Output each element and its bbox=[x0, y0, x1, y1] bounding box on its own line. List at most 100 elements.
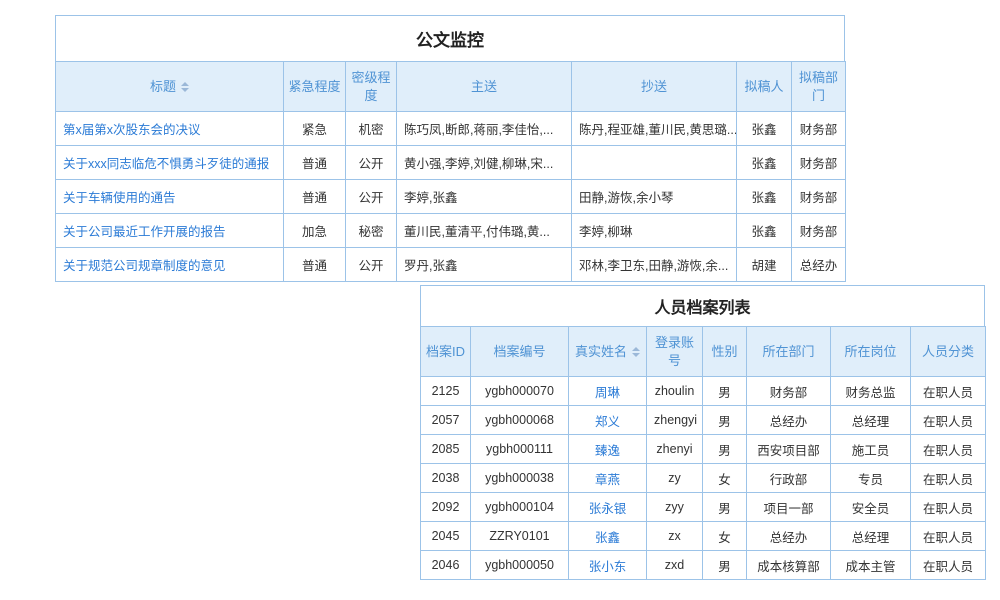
table-cell: 关于规范公司规章制度的意见 bbox=[56, 248, 284, 282]
person-name-link[interactable]: 臻逸 bbox=[595, 444, 620, 458]
table-cell: 财务部 bbox=[747, 377, 831, 406]
table-cell: 安全员 bbox=[831, 493, 911, 522]
table-cell: 郑义 bbox=[569, 406, 647, 435]
document-title-link[interactable]: 关于公司最近工作开展的报告 bbox=[63, 225, 226, 239]
table-cell: 财务部 bbox=[792, 214, 846, 248]
person-name-link[interactable]: 张小东 bbox=[589, 560, 627, 574]
table-cell: 财务部 bbox=[792, 180, 846, 214]
column-label: 密级程度 bbox=[351, 70, 390, 103]
table-cell: 董川民,董清平,付伟璐,黄... bbox=[397, 214, 572, 248]
table-cell: 陈巧凤,断郎,蒋丽,李佳怡,... bbox=[397, 112, 572, 146]
table-cell: 女 bbox=[703, 464, 747, 493]
column-label: 所在岗位 bbox=[844, 344, 896, 359]
personnel-archive-panel: 人员档案列表 档案ID 档案编号 真实姓名 登录账号 性别 所在部门 所在岗位 … bbox=[420, 285, 985, 580]
table-cell: 西安项目部 bbox=[747, 435, 831, 464]
column-label: 人员分类 bbox=[922, 344, 974, 359]
table-cell: ZZRY0101 bbox=[471, 522, 569, 551]
table-cell: 2046 bbox=[421, 551, 471, 580]
table-row: 第x届第x次股东会的决议紧急机密陈巧凤,断郎,蒋丽,李佳怡,...陈丹,程亚雄,… bbox=[56, 112, 846, 146]
table-row: 2046ygbh000050张小东zxd男成本核算部成本主管在职人员 bbox=[421, 551, 986, 580]
table-cell bbox=[572, 146, 737, 180]
table-cell: 财务部 bbox=[792, 146, 846, 180]
table-cell: 张鑫 bbox=[737, 112, 792, 146]
person-name-link[interactable]: 章燕 bbox=[595, 473, 620, 487]
column-header-secrecy: 密级程度 bbox=[346, 62, 397, 112]
document-monitor-title: 公文监控 bbox=[55, 15, 845, 61]
table-cell: 施工员 bbox=[831, 435, 911, 464]
document-title-link[interactable]: 第x届第x次股东会的决议 bbox=[63, 123, 201, 137]
table-row: 2085ygbh000111 臻逸 zhenyi男西安项目部施工员在职人员 bbox=[421, 435, 986, 464]
table-cell: ygbh000070 bbox=[471, 377, 569, 406]
column-label: 紧急程度 bbox=[288, 79, 340, 94]
column-header-archive-number: 档案编号 bbox=[471, 327, 569, 377]
table-cell: 财务部 bbox=[792, 112, 846, 146]
column-header-urgency: 紧急程度 bbox=[284, 62, 346, 112]
table-cell: 周琳 bbox=[569, 377, 647, 406]
person-name-link[interactable]: 张鑫 bbox=[595, 531, 620, 545]
table-cell: zxd bbox=[647, 551, 703, 580]
column-header-gender: 性别 bbox=[703, 327, 747, 377]
column-label: 抄送 bbox=[641, 79, 667, 94]
column-header-login-account: 登录账号 bbox=[647, 327, 703, 377]
column-label: 所在部门 bbox=[762, 344, 814, 359]
table-row: 关于车辆使用的通告普通公开李婷,张鑫田静,游恢,余小琴张鑫财务部 bbox=[56, 180, 846, 214]
document-title-link[interactable]: 关于车辆使用的通告 bbox=[63, 191, 176, 205]
table-cell: zhengyi bbox=[647, 406, 703, 435]
table-cell: 2057 bbox=[421, 406, 471, 435]
table-cell: 专员 bbox=[831, 464, 911, 493]
table-cell: ygbh000111 bbox=[471, 435, 569, 464]
table-row: 2038ygbh000038章燕zy女行政部专员在职人员 bbox=[421, 464, 986, 493]
column-label: 档案编号 bbox=[493, 344, 545, 359]
person-name-link[interactable]: 郑义 bbox=[595, 415, 620, 429]
personnel-archive-title: 人员档案列表 bbox=[420, 285, 985, 326]
table-cell: 2092 bbox=[421, 493, 471, 522]
table-cell: 男 bbox=[703, 435, 747, 464]
table-cell: zhoulin bbox=[647, 377, 703, 406]
person-name-link[interactable]: 张永银 bbox=[589, 502, 627, 516]
table-cell: 公开 bbox=[346, 146, 397, 180]
table-cell: 男 bbox=[703, 551, 747, 580]
table-cell: 财务总监 bbox=[831, 377, 911, 406]
table-cell: 2125 bbox=[421, 377, 471, 406]
sort-icon[interactable] bbox=[632, 347, 640, 357]
column-label: 真实姓名 bbox=[575, 344, 627, 359]
table-cell: 男 bbox=[703, 406, 747, 435]
column-header-real-name[interactable]: 真实姓名 bbox=[569, 327, 647, 377]
table-cell: 紧急 bbox=[284, 112, 346, 146]
table-cell: 女 bbox=[703, 522, 747, 551]
table-cell: 在职人员 bbox=[911, 406, 986, 435]
table-cell: 公开 bbox=[346, 180, 397, 214]
table-cell: 2038 bbox=[421, 464, 471, 493]
table-cell: 男 bbox=[703, 493, 747, 522]
table-cell: 秘密 bbox=[346, 214, 397, 248]
column-header-archive-id: 档案ID bbox=[421, 327, 471, 377]
table-cell: 成本核算部 bbox=[747, 551, 831, 580]
column-header-personnel-category: 人员分类 bbox=[911, 327, 986, 377]
sort-icon[interactable] bbox=[181, 82, 189, 92]
table-cell: 总经理 bbox=[831, 522, 911, 551]
table-cell: 普通 bbox=[284, 146, 346, 180]
document-title-link[interactable]: 关于xxx同志临危不惧勇斗歹徒的通报 bbox=[63, 157, 269, 171]
table-cell: 公开 bbox=[346, 248, 397, 282]
table-cell: zyy bbox=[647, 493, 703, 522]
document-monitor-table: 标题 紧急程度 密级程度 主送 抄送 拟稿人 拟稿部门 第x届第x次股东会的决议… bbox=[55, 61, 846, 282]
table-cell: 张鑫 bbox=[737, 180, 792, 214]
table-cell: 总经办 bbox=[792, 248, 846, 282]
table-cell: zhenyi bbox=[647, 435, 703, 464]
column-header-title[interactable]: 标题 bbox=[56, 62, 284, 112]
column-label: 档案ID bbox=[426, 344, 465, 359]
table-cell: 张鑫 bbox=[737, 146, 792, 180]
table-cell: 2085 bbox=[421, 435, 471, 464]
table-cell: 张鑫 bbox=[737, 214, 792, 248]
table-row: 2092ygbh000104张永银zyy男项目一部安全员在职人员 bbox=[421, 493, 986, 522]
document-title-link[interactable]: 关于规范公司规章制度的意见 bbox=[63, 259, 226, 273]
table-cell: 陈丹,程亚雄,董川民,黄思璐... bbox=[572, 112, 737, 146]
person-name-link[interactable]: 周琳 bbox=[595, 386, 620, 400]
table-row: 2057ygbh000068郑义zhengyi男总经办总经理在职人员 bbox=[421, 406, 986, 435]
table-cell: 张永银 bbox=[569, 493, 647, 522]
column-header-drafter: 拟稿人 bbox=[737, 62, 792, 112]
table-cell: 成本主管 bbox=[831, 551, 911, 580]
table-cell: 项目一部 bbox=[747, 493, 831, 522]
table-cell: 罗丹,张鑫 bbox=[397, 248, 572, 282]
table-cell: 在职人员 bbox=[911, 435, 986, 464]
